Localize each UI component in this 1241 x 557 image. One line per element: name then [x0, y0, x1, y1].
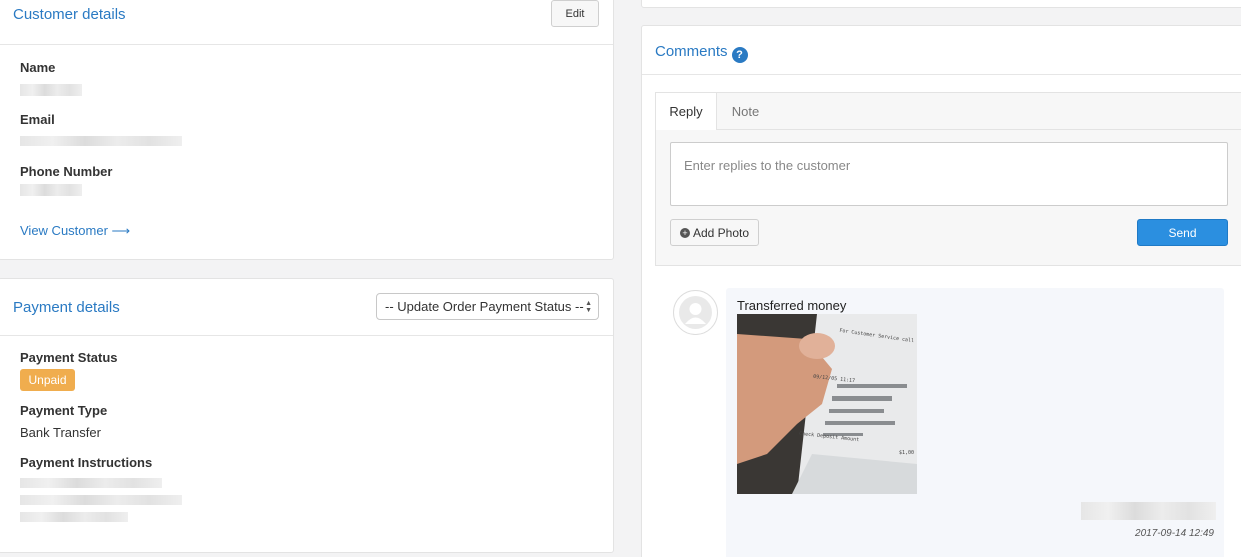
payment-type-value: Bank Transfer: [20, 425, 101, 440]
top-panel-stub: [641, 0, 1241, 8]
edit-button[interactable]: Edit: [551, 0, 599, 27]
divider: [0, 335, 613, 336]
reply-textarea[interactable]: Enter replies to the customer: [670, 142, 1228, 206]
status-badge: Unpaid: [20, 369, 75, 391]
email-label: Email: [20, 112, 55, 127]
instructions-line-redacted: [20, 478, 162, 488]
add-photo-button[interactable]: + Add Photo: [670, 219, 759, 246]
message-bubble: Transferred money For Customer Service c…: [726, 288, 1224, 557]
payment-status-select[interactable]: -- Update Order Payment Status -- ▲ ▼: [376, 293, 599, 320]
author-redacted: [1081, 502, 1216, 520]
attachment-amount: $1,00: [899, 450, 915, 456]
add-photo-label: Add Photo: [692, 225, 750, 240]
comments-title: Comments: [655, 43, 728, 60]
name-label: Name: [20, 60, 56, 75]
tab-note[interactable]: Note: [717, 93, 774, 129]
comment-item: Transferred money For Customer Service c…: [673, 288, 1227, 557]
customer-details-panel: Customer details Edit Name Email Phone N…: [0, 0, 614, 260]
tab-divider: [656, 129, 1241, 130]
help-icon[interactable]: ?: [731, 47, 748, 63]
payment-status-select-value: -- Update Order Payment Status --: [385, 299, 584, 314]
payment-status-label: Payment Status: [20, 350, 118, 365]
reply-composer: Reply Note Enter replies to the customer…: [655, 92, 1241, 266]
user-icon: [679, 296, 712, 329]
payment-type-label: Payment Type: [20, 403, 108, 418]
phone-value-redacted: [20, 184, 82, 196]
attachment-image[interactable]: For Customer Service call 09/12/05 11:17…: [737, 314, 917, 494]
view-customer-link[interactable]: View Customer ⟶: [20, 223, 130, 239]
instructions-line-redacted: [20, 495, 182, 505]
message-timestamp: 2017-09-14 12:49: [1135, 528, 1214, 539]
customer-details-title: Customer details: [13, 6, 126, 23]
payment-instructions-label: Payment Instructions: [20, 455, 153, 470]
comments-panel: Comments? Reply Note Enter replies to th…: [641, 25, 1241, 557]
comments-header: Comments?: [655, 43, 748, 63]
payment-details-panel: Payment details -- Update Order Payment …: [0, 278, 614, 553]
send-button[interactable]: Send: [1137, 219, 1228, 246]
payment-details-title: Payment details: [13, 299, 120, 316]
message-text: Transferred money: [737, 298, 847, 313]
phone-label: Phone Number: [20, 164, 113, 179]
name-value-redacted: [20, 84, 82, 96]
divider: [0, 44, 613, 45]
plus-circle-icon: +: [679, 227, 690, 238]
avatar: [673, 290, 718, 335]
email-value-redacted: [20, 136, 182, 146]
select-arrows-icon: ▲ ▼: [585, 300, 592, 314]
instructions-line-redacted: [20, 512, 128, 522]
tab-reply[interactable]: Reply: [656, 93, 717, 130]
divider: [642, 74, 1241, 75]
